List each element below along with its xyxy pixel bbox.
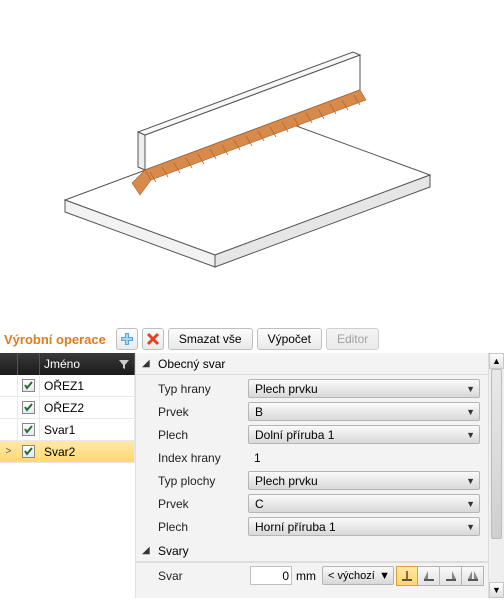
- combo-weld-type[interactable]: < výchozí ▼: [322, 566, 394, 585]
- table-row[interactable]: Svar1: [0, 419, 135, 441]
- editor-button: Editor: [326, 328, 379, 350]
- combo-member[interactable]: B▼: [248, 402, 480, 421]
- collapse-icon[interactable]: ◢: [142, 545, 152, 556]
- row-name[interactable]: OŘEZ2: [40, 397, 135, 418]
- model-viewport[interactable]: [0, 0, 504, 325]
- label-member: Prvek: [158, 405, 248, 419]
- table-row[interactable]: Svar2: [0, 441, 135, 463]
- scroll-thumb[interactable]: [491, 369, 502, 539]
- collapse-icon[interactable]: ◢: [142, 358, 152, 369]
- caret-down-icon: ▼: [379, 570, 390, 582]
- label-plate: Plech: [158, 428, 248, 442]
- section-general-weld-body: Typ hrany Plech prvku▼ Prvek B▼ Plech Do…: [136, 375, 488, 540]
- plus-icon: [120, 332, 134, 346]
- section-welds[interactable]: ◢ Svary: [136, 540, 488, 562]
- toggle-weld-left[interactable]: [418, 566, 440, 586]
- weld-location-toggles: [396, 566, 484, 586]
- grid-header-selector: [0, 353, 18, 375]
- filter-icon[interactable]: [118, 358, 130, 370]
- checkmark-icon: [24, 381, 33, 390]
- section-welds-body: Svar mm < výchozí ▼: [136, 562, 488, 588]
- property-panel: ◢ Obecný svar Typ hrany Plech prvku▼ Prv…: [136, 353, 504, 598]
- grid-header: Jméno: [0, 353, 135, 375]
- clear-all-button[interactable]: Smazat vše: [168, 328, 253, 350]
- input-weld-size[interactable]: [250, 566, 292, 585]
- calculate-button[interactable]: Výpočet: [257, 328, 322, 350]
- section-title: Obecný svar: [158, 357, 225, 371]
- label-weld-unit: mm: [296, 569, 316, 583]
- row-name[interactable]: Svar2: [40, 441, 135, 462]
- value-edge-index[interactable]: 1: [248, 451, 261, 465]
- operations-title: Výrobní operace: [4, 332, 106, 347]
- operations-grid: Jméno OŘEZ1 OŘEZ2 Svar1 Svar2: [0, 353, 136, 598]
- row-checkbox[interactable]: [18, 375, 40, 396]
- row-selector[interactable]: [0, 419, 18, 440]
- weld-right-icon: [444, 569, 458, 583]
- property-scrollbar[interactable]: ▲ ▼: [488, 353, 504, 598]
- delete-operation-button[interactable]: [142, 328, 164, 350]
- weld-left-icon: [422, 569, 436, 583]
- label-member2: Prvek: [158, 497, 248, 511]
- label-edge-type: Typ hrany: [158, 382, 248, 396]
- caret-down-icon: ▼: [466, 476, 475, 486]
- row-name[interactable]: Svar1: [40, 419, 135, 440]
- grid-header-name-label: Jméno: [44, 357, 80, 371]
- row-selector[interactable]: [0, 397, 18, 418]
- section-title: Svary: [158, 544, 189, 558]
- add-operation-button[interactable]: [116, 328, 138, 350]
- row-checkbox[interactable]: [18, 441, 40, 462]
- table-row[interactable]: OŘEZ1: [0, 375, 135, 397]
- checkmark-icon: [24, 403, 33, 412]
- row-checkbox[interactable]: [18, 419, 40, 440]
- checkmark-icon: [24, 447, 33, 456]
- table-row[interactable]: OŘEZ2: [0, 397, 135, 419]
- row-selector[interactable]: [0, 441, 18, 462]
- caret-down-icon: ▼: [466, 499, 475, 509]
- grid-header-check: [18, 353, 40, 375]
- operations-toolbar: Výrobní operace Smazat vše Výpočet Edito…: [0, 325, 504, 353]
- scroll-track[interactable]: [489, 369, 504, 582]
- caret-down-icon: ▼: [466, 384, 475, 394]
- combo-surface-type[interactable]: Plech prvku▼: [248, 471, 480, 490]
- label-plate2: Plech: [158, 520, 248, 534]
- label-weld: Svar: [158, 569, 248, 583]
- toggle-weld-both[interactable]: [462, 566, 484, 586]
- caret-down-icon: ▼: [466, 522, 475, 532]
- x-icon: [146, 332, 160, 346]
- toggle-weld-right[interactable]: [440, 566, 462, 586]
- combo-member2[interactable]: C▼: [248, 494, 480, 513]
- caret-down-icon: ▼: [466, 407, 475, 417]
- label-surface-type: Typ plochy: [158, 474, 248, 488]
- weld-front-icon: [400, 569, 414, 583]
- section-general-weld[interactable]: ◢ Obecný svar: [136, 353, 488, 375]
- caret-down-icon: ▼: [466, 430, 475, 440]
- weld-both-icon: [466, 569, 480, 583]
- scroll-down-button[interactable]: ▼: [489, 582, 504, 598]
- row-checkbox[interactable]: [18, 397, 40, 418]
- label-edge-index: Index hrany: [158, 451, 248, 465]
- combo-edge-type[interactable]: Plech prvku▼: [248, 379, 480, 398]
- combo-plate[interactable]: Dolní příruba 1▼: [248, 425, 480, 444]
- row-selector[interactable]: [0, 375, 18, 396]
- checkmark-icon: [24, 425, 33, 434]
- toggle-weld-front[interactable]: [396, 566, 418, 586]
- scroll-up-button[interactable]: ▲: [489, 353, 504, 369]
- combo-plate2[interactable]: Horní příruba 1▼: [248, 517, 480, 536]
- row-name[interactable]: OŘEZ1: [40, 375, 135, 396]
- grid-header-name[interactable]: Jméno: [40, 353, 135, 375]
